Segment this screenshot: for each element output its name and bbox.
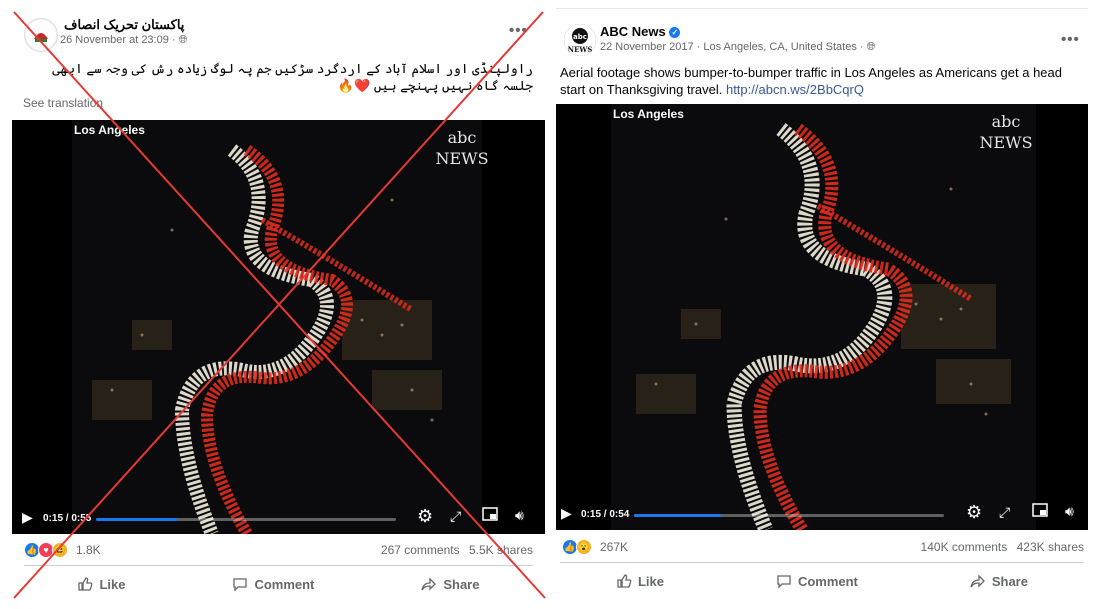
fullscreen-icon[interactable]: ⤢ — [450, 508, 461, 525]
abc-logo-text: abc — [447, 128, 477, 147]
page-name[interactable]: ABC News ✓ — [600, 24, 681, 39]
video-time: 0:15 / 0:54 — [581, 509, 630, 520]
engagement-counts: 267 comments 5.5K shares — [375, 543, 533, 557]
video-controls: ▶ 0:15 / 0:54 ⚙ ⤢ 🔊︎ — [556, 496, 1088, 530]
abc-news-logo: abc NEWS — [978, 112, 1034, 152]
volume-icon[interactable]: 🔊︎ — [515, 507, 524, 524]
video-caption: Los Angeles — [74, 123, 145, 137]
see-translation-link[interactable]: See translation — [23, 96, 103, 110]
comment-button[interactable]: Comment — [776, 573, 858, 589]
video-controls: ▶ 0:15 / 0:55 ⚙ ⤢ 🔊︎ — [12, 500, 545, 534]
pti-avatar[interactable] — [24, 18, 58, 52]
traffic-night-scene — [611, 104, 1036, 530]
volume-icon[interactable]: 🔊︎ — [1065, 503, 1074, 520]
reactions-summary[interactable]: 👍 😮 267K — [562, 539, 628, 555]
like-button[interactable]: Like — [616, 573, 664, 589]
post-actions: Like Comment Share — [24, 570, 533, 598]
reactions-count: 267K — [600, 540, 629, 554]
fullscreen-icon[interactable]: ⤢ — [999, 504, 1010, 521]
video-player[interactable]: Los Angeles abc NEWS ▶ 0:15 / 0:54 ⚙ ⤢ 🔊… — [556, 104, 1088, 530]
news-logo-text: NEWS — [979, 133, 1033, 152]
share-icon — [970, 574, 985, 588]
like-button[interactable]: Like — [77, 576, 125, 592]
svg-text:NEWS: NEWS — [568, 45, 593, 54]
video-time: 0:15 / 0:55 — [43, 513, 92, 524]
comments-count[interactable]: 267 comments — [381, 543, 460, 557]
traffic-night-scene — [72, 120, 482, 534]
engagement-counts: 140K comments 423K shares — [915, 540, 1084, 554]
globe-icon: 🌐︎ — [866, 41, 876, 53]
settings-gear-icon[interactable]: ⚙ — [966, 502, 982, 523]
share-label: Share — [443, 576, 480, 592]
play-icon[interactable]: ▶ — [561, 505, 572, 522]
settings-gear-icon[interactable]: ⚙ — [417, 506, 433, 527]
divider — [560, 562, 1084, 563]
divider — [24, 565, 533, 566]
globe-icon: 🌐︎ — [178, 34, 188, 46]
post-date-text: 26 November at 23:09 · — [60, 34, 176, 46]
comments-count[interactable]: 140K comments — [921, 540, 1008, 554]
news-logo-text: NEWS — [435, 149, 489, 168]
like-label: Like — [637, 573, 664, 589]
shares-count[interactable]: 5.5K shares — [469, 543, 533, 557]
comment-label: Comment — [797, 573, 858, 589]
post-date-text: 22 November 2017 · Los Angeles, CA, Unit… — [600, 41, 864, 53]
more-options-icon[interactable]: ••• — [1061, 31, 1080, 48]
abc-news-avatar-icon: abc NEWS — [564, 24, 596, 56]
picture-in-picture-icon[interactable] — [482, 507, 498, 524]
shares-count[interactable]: 423K shares — [1017, 540, 1084, 554]
picture-in-picture-icon[interactable] — [1032, 503, 1048, 520]
haha-reaction-icon: 😆 — [52, 542, 68, 558]
share-icon — [421, 577, 437, 591]
thumbs-up-icon — [617, 574, 632, 588]
post-text: راولپنڈی اور اسلام آباد کے اردگرد سڑکیں … — [52, 61, 533, 93]
video-progress-fill — [96, 518, 177, 521]
abc-logo-text: abc — [991, 112, 1021, 131]
video-progress-track[interactable] — [96, 518, 396, 521]
post-actions: Like Comment Share — [560, 567, 1084, 595]
pti-logo-icon — [26, 20, 56, 50]
post-date[interactable]: 22 November 2017 · Los Angeles, CA, Unit… — [600, 41, 875, 54]
video-player[interactable]: Los Angeles abc NEWS ▶ 0:15 / 0:55 ⚙ ⤢ 🔊… — [12, 120, 545, 534]
abc-news-avatar[interactable]: abc NEWS — [564, 24, 596, 56]
video-caption: Los Angeles — [613, 107, 684, 121]
page-name-text: ABC News — [600, 24, 666, 39]
post-left: پاکستان تحریک انصاف 26 November at 23:09… — [12, 8, 545, 608]
comment-label: Comment — [254, 576, 315, 592]
wow-reaction-icon: 😮 — [576, 539, 592, 555]
post-date[interactable]: 26 November at 23:09 · 🌐︎ — [60, 34, 187, 47]
video-progress-track[interactable] — [634, 514, 944, 517]
verified-badge-icon: ✓ — [669, 27, 681, 39]
page-name[interactable]: پاکستان تحریک انصاف — [64, 17, 184, 33]
share-button[interactable]: Share — [970, 573, 1028, 589]
video-progress-fill — [634, 514, 721, 517]
post-link[interactable]: http://abcn.ws/2BbCqrQ — [726, 82, 864, 97]
abc-news-logo: abc NEWS — [434, 128, 490, 168]
comment-button[interactable]: Comment — [232, 576, 314, 592]
svg-text:abc: abc — [573, 33, 587, 41]
reactions-summary[interactable]: 👍 ♥ 😆 1.8K — [24, 542, 101, 558]
like-label: Like — [99, 576, 126, 592]
play-icon[interactable]: ▶ — [22, 509, 33, 526]
comment-icon — [233, 578, 248, 592]
thumbs-up-icon — [78, 577, 93, 591]
post-right: abc NEWS ABC News ✓ 22 November 2017 · L… — [556, 8, 1088, 609]
share-button[interactable]: Share — [421, 576, 479, 592]
reactions-count: 1.8K — [76, 543, 101, 557]
more-options-icon[interactable]: ••• — [509, 22, 528, 39]
post-text: Aerial footage shows bumper-to-bumper tr… — [560, 64, 1084, 98]
share-label: Share — [991, 573, 1028, 589]
comment-icon — [777, 575, 791, 589]
